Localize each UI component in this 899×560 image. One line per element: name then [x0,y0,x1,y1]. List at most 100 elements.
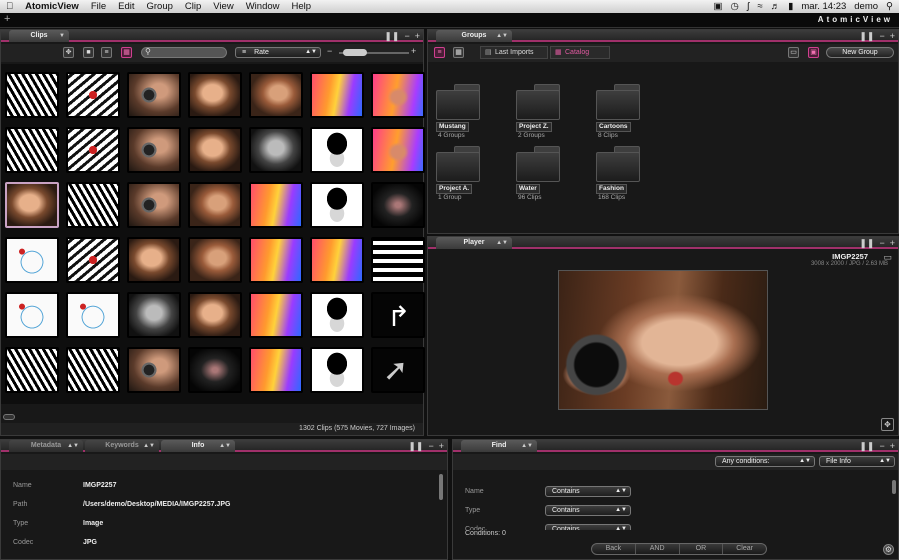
minimize-icon[interactable]: − [879,30,884,42]
and-button[interactable]: AND [636,544,680,554]
menu-edit[interactable]: Edit [112,0,140,13]
clip-thumbnail[interactable] [249,292,303,338]
clip-thumbnail[interactable] [310,292,364,338]
add-icon[interactable]: + [415,30,420,42]
search-input[interactable]: ⚲ [141,47,227,58]
clip-thumbnail[interactable] [310,237,364,283]
clip-thumbnail[interactable] [127,347,181,393]
list-view-icon[interactable]: ≡ [101,47,112,58]
clip-thumbnail[interactable] [310,347,364,393]
clip-thumbnail[interactable] [66,292,120,338]
add-icon[interactable]: + [890,30,895,42]
clip-thumbnail[interactable] [371,72,425,118]
group-folder[interactable]: Fashion 168 Clips [596,146,644,206]
tab-groups[interactable]: Groups ▲▼ [436,30,512,42]
clip-thumbnail[interactable] [5,347,59,393]
zoom-in-icon[interactable]: + [411,46,416,56]
info-scrollbar[interactable] [439,474,443,500]
last-imports-tab[interactable]: ▤ Last Imports [480,46,548,59]
clip-thumbnail[interactable] [188,72,242,118]
clip-thumbnail[interactable] [188,237,242,283]
clock[interactable]: mar. 14:23 [801,1,846,12]
zoom-out-icon[interactable]: − [327,46,332,56]
thumbnail-size-slider[interactable] [339,49,409,56]
clip-thumbnail[interactable] [249,347,303,393]
group-folder[interactable]: Water 96 Clips [516,146,564,206]
add-icon[interactable]: + [890,440,895,452]
find-scrollbar[interactable] [892,480,896,494]
spotlight-icon[interactable]: ⚲ [886,1,893,12]
or-button[interactable]: OR [680,544,724,554]
list-view-icon[interactable]: ≡ [434,47,445,58]
clip-thumbnail[interactable] [66,237,120,283]
group-folder[interactable]: Mustang 4 Groups [436,84,484,144]
clip-thumbnail[interactable]: ↱ [371,292,425,338]
minimize-icon[interactable]: − [879,440,884,452]
player-image[interactable] [558,270,768,410]
tab-clips[interactable]: Clips ▼ [9,30,69,42]
any-conditions-select[interactable]: Any conditions: ▲▼ [715,456,815,467]
add-tab-icon[interactable]: + [4,13,10,25]
clip-thumbnail[interactable] [127,127,181,173]
clip-thumbnail[interactable] [310,182,364,228]
menu-clip[interactable]: Clip [179,0,207,13]
clip-thumbnail[interactable] [188,292,242,338]
lock-icon[interactable]: ■ [83,47,94,58]
volume-icon[interactable]: ♬ [771,1,781,12]
tab-info[interactable]: Info ▲▼ [161,440,235,452]
clip-thumbnail[interactable] [5,182,59,228]
clip-thumbnail[interactable] [371,127,425,173]
catalog-tab[interactable]: ▦ Catalog [550,46,610,59]
find-operator-select[interactable]: Contains ▲▼ [545,486,631,497]
clip-thumbnail[interactable] [127,72,181,118]
tab-find[interactable]: Find ▲▼ [461,440,537,452]
clip-thumbnail[interactable]: ➚ [371,347,425,393]
clip-thumbnail[interactable] [188,182,242,228]
wifi-icon[interactable]: ≈ [757,1,762,12]
pause-icon[interactable]: ❚❚ [859,237,874,249]
clip-thumbnail[interactable] [249,72,303,118]
clip-thumbnail[interactable] [66,72,120,118]
clip-thumbnail[interactable] [5,72,59,118]
new-group-button[interactable]: New Group [826,47,894,58]
clip-thumbnail[interactable] [371,182,425,228]
add-icon[interactable]: + [439,440,444,452]
clip-thumbnail[interactable] [127,182,181,228]
menu-view[interactable]: View [207,0,239,13]
bluetooth-icon[interactable]: ∫ [747,1,750,12]
battery-icon[interactable]: ▮ [788,1,793,12]
clip-thumbnail[interactable] [310,72,364,118]
clip-thumbnail[interactable] [5,127,59,173]
tab-keywords[interactable]: Keywords ▲▼ [85,440,159,452]
scroll-pill[interactable] [3,414,15,420]
screen-icon[interactable]: ▣ [714,1,723,12]
grid-view-icon[interactable]: ▦ [453,47,464,58]
clip-thumbnail[interactable] [249,182,303,228]
minimize-icon[interactable]: − [879,237,884,249]
group-folder[interactable]: Project A. 1 Group [436,146,484,206]
clip-thumbnail[interactable] [66,127,120,173]
file-info-select[interactable]: File Info ▲▼ [819,456,895,467]
menu-window[interactable]: Window [240,0,286,13]
group-folder[interactable]: Project Z. 2 Groups [516,84,564,144]
pause-icon[interactable]: ❚❚ [859,30,874,42]
find-operator-select[interactable]: Contains ▲▼ [545,505,631,516]
fit-icon[interactable]: ✥ [881,418,894,431]
pause-icon[interactable]: ❚❚ [384,30,399,42]
tab-metadata[interactable]: Metadata ▲▼ [9,440,83,452]
sort-select[interactable]: ≡ Rate ▲▼ [235,47,321,58]
slider-knob[interactable] [343,49,367,56]
find-operator-select[interactable]: Contains ▲▼ [545,524,631,530]
menu-app[interactable]: AtomicView [19,0,85,13]
clip-thumbnail[interactable] [5,292,59,338]
fullscreen-icon[interactable]: ✥ [63,47,74,58]
grid-view-icon[interactable]: ▦ [121,47,132,58]
clip-thumbnail[interactable] [5,237,59,283]
image-icon[interactable]: ▣ [808,47,819,58]
minimize-icon[interactable]: − [404,30,409,42]
menu-group[interactable]: Group [141,0,179,13]
tab-player[interactable]: Player ▲▼ [436,237,512,249]
settings-gear-icon[interactable]: ⚙ [883,544,894,555]
menu-help[interactable]: Help [286,0,318,13]
minimize-icon[interactable]: − [428,440,433,452]
